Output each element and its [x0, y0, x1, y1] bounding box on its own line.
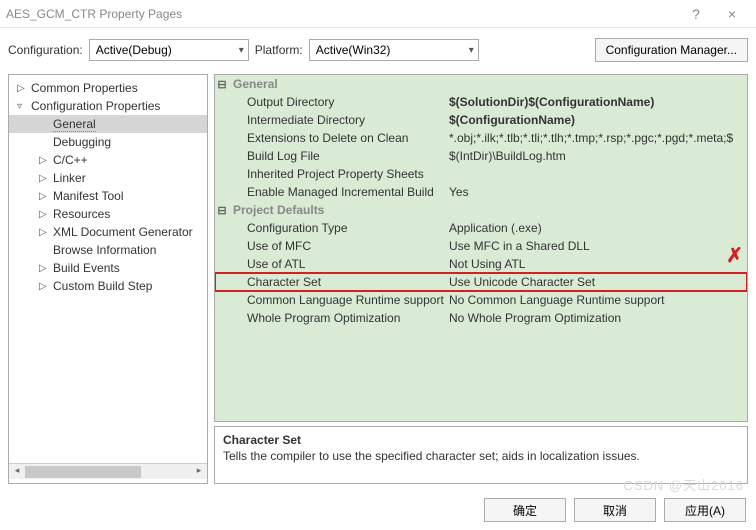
property-name: Configuration Type [229, 221, 447, 235]
ok-button[interactable]: 确定 [484, 498, 566, 522]
scroll-thumb[interactable] [25, 466, 141, 478]
configuration-input[interactable] [90, 40, 248, 60]
property-name: Use of MFC [229, 239, 447, 253]
property-name: Inherited Project Property Sheets [229, 167, 447, 181]
platform-combo[interactable]: ▾ [309, 39, 479, 61]
tree-item[interactable]: ▷ Linker [9, 169, 207, 187]
description-title: Character Set [223, 433, 739, 447]
expand-icon[interactable]: ▷ [39, 281, 49, 292]
tree-item[interactable]: ▷ Build Events [9, 259, 207, 277]
window-title: AES_GCM_CTR Property Pages [6, 7, 678, 21]
property-value[interactable]: *.obj;*.ilk;*.tlb;*.tli;*.tlh;*.tmp;*.rs… [447, 131, 747, 145]
configuration-label: Configuration: [8, 43, 83, 57]
expand-icon[interactable]: ▷ [39, 209, 49, 220]
property-row[interactable]: Whole Program OptimizationNo Whole Progr… [215, 309, 747, 327]
scroll-right-icon[interactable]: ▸ [191, 465, 207, 479]
property-name: Intermediate Directory [229, 113, 447, 127]
property-row[interactable]: Common Language Runtime supportNo Common… [215, 291, 747, 309]
property-name: Build Log File [229, 149, 447, 163]
property-value[interactable]: No Whole Program Optimization [447, 311, 747, 325]
tree-item-label: Build Events [53, 261, 120, 275]
tree-item-label: Custom Build Step [53, 279, 152, 293]
property-value[interactable]: Not Using ATL [447, 257, 747, 271]
property-row[interactable]: Intermediate Directory$(ConfigurationNam… [215, 111, 747, 129]
scroll-left-icon[interactable]: ◂ [9, 465, 25, 479]
property-name: Extensions to Delete on Clean [229, 131, 447, 145]
property-name: Character Set [229, 275, 447, 289]
tree-item[interactable]: ▷ C/C++ [9, 151, 207, 169]
cancel-button[interactable]: 取消 [574, 498, 656, 522]
help-button[interactable]: ? [678, 6, 714, 22]
platform-label: Platform: [255, 43, 303, 57]
property-value[interactable]: $(SolutionDir)$(ConfigurationName) [447, 95, 747, 109]
dialog-buttons: 确定 取消 应用(A) [0, 490, 756, 530]
platform-input[interactable] [310, 40, 478, 60]
property-row[interactable]: Use of ATLNot Using ATL [215, 255, 747, 273]
collapse-icon[interactable]: ⊟ [215, 78, 229, 91]
tree-item-label: XML Document Generator [53, 225, 193, 239]
tree-item[interactable]: ▷ Custom Build Step [9, 277, 207, 295]
configuration-manager-button[interactable]: Configuration Manager... [595, 38, 748, 62]
property-row[interactable]: Inherited Project Property Sheets [215, 165, 747, 183]
expand-icon[interactable]: ▷ [17, 83, 27, 94]
property-name: Use of ATL [229, 257, 447, 271]
tree-item-label: Debugging [53, 135, 111, 149]
description-text: Tells the compiler to use the specified … [223, 449, 739, 463]
property-value[interactable]: Use MFC in a Shared DLL [447, 239, 747, 253]
tree-item[interactable]: Browse Information [9, 241, 207, 259]
property-value[interactable]: $(ConfigurationName) [447, 113, 747, 127]
property-value[interactable]: Application (.exe) [447, 221, 747, 235]
config-toolbar: Configuration: ▾ Platform: ▾ Configurati… [0, 28, 756, 74]
property-row[interactable]: Configuration TypeApplication (.exe) [215, 219, 747, 237]
property-name: Whole Program Optimization [229, 311, 447, 325]
tree-item-label: General [53, 117, 96, 132]
property-value[interactable]: Yes [447, 185, 747, 199]
apply-button[interactable]: 应用(A) [664, 498, 746, 522]
tree-item[interactable]: ▷ XML Document Generator [9, 223, 207, 241]
tree-root-common[interactable]: ▷ Common Properties [9, 79, 207, 97]
tree-item-label: Manifest Tool [53, 189, 123, 203]
tree-panel: ▷ Common Properties ▿ Configuration Prop… [8, 74, 208, 484]
property-row[interactable]: Use of MFCUse MFC in a Shared DLL [215, 237, 747, 255]
property-value[interactable]: Use Unicode Character Set [447, 275, 747, 289]
tree[interactable]: ▷ Common Properties ▿ Configuration Prop… [9, 79, 207, 463]
tree-item-label: Resources [53, 207, 110, 221]
property-row[interactable]: Character SetUse Unicode Character Set [215, 273, 747, 291]
description-panel: Character Set Tells the compiler to use … [214, 426, 748, 484]
tree-root-config[interactable]: ▿ Configuration Properties [9, 97, 207, 115]
expand-icon[interactable]: ▷ [39, 227, 49, 238]
property-grid[interactable]: ⊟ General Output Directory$(SolutionDir)… [214, 74, 748, 422]
titlebar: AES_GCM_CTR Property Pages ? × [0, 0, 756, 28]
tree-item-label: C/C++ [53, 153, 88, 167]
expand-icon[interactable]: ▷ [39, 155, 49, 166]
tree-item[interactable]: ▷ Manifest Tool [9, 187, 207, 205]
tree-item[interactable]: General [9, 115, 207, 133]
collapse-icon[interactable]: ⊟ [215, 204, 229, 217]
expand-icon[interactable]: ▷ [39, 173, 49, 184]
property-name: Output Directory [229, 95, 447, 109]
property-name: Common Language Runtime support [229, 293, 447, 307]
property-row[interactable]: Extensions to Delete on Clean*.obj;*.ilk… [215, 129, 747, 147]
tree-item[interactable]: Debugging [9, 133, 207, 151]
property-row[interactable]: Enable Managed Incremental BuildYes [215, 183, 747, 201]
tree-item[interactable]: ▷ Resources [9, 205, 207, 223]
property-row[interactable]: Build Log File$(IntDir)\BuildLog.htm [215, 147, 747, 165]
tree-item-label: Linker [53, 171, 86, 185]
property-value[interactable]: $(IntDir)\BuildLog.htm [447, 149, 747, 163]
property-value[interactable]: No Common Language Runtime support [447, 293, 747, 307]
property-row[interactable]: Output Directory$(SolutionDir)$(Configur… [215, 93, 747, 111]
property-name: Enable Managed Incremental Build [229, 185, 447, 199]
scroll-track[interactable] [25, 465, 191, 479]
horizontal-scrollbar[interactable]: ◂ ▸ [9, 463, 207, 479]
section-general[interactable]: ⊟ General [215, 75, 747, 93]
section-project-defaults[interactable]: ⊟ Project Defaults [215, 201, 747, 219]
annotation-x-mark: ✗ [726, 243, 743, 268]
collapse-icon[interactable]: ▿ [17, 101, 27, 112]
expand-icon[interactable]: ▷ [39, 263, 49, 274]
close-button[interactable]: × [714, 6, 750, 22]
tree-item-label: Browse Information [53, 243, 156, 257]
expand-icon[interactable]: ▷ [39, 191, 49, 202]
configuration-combo[interactable]: ▾ [89, 39, 249, 61]
